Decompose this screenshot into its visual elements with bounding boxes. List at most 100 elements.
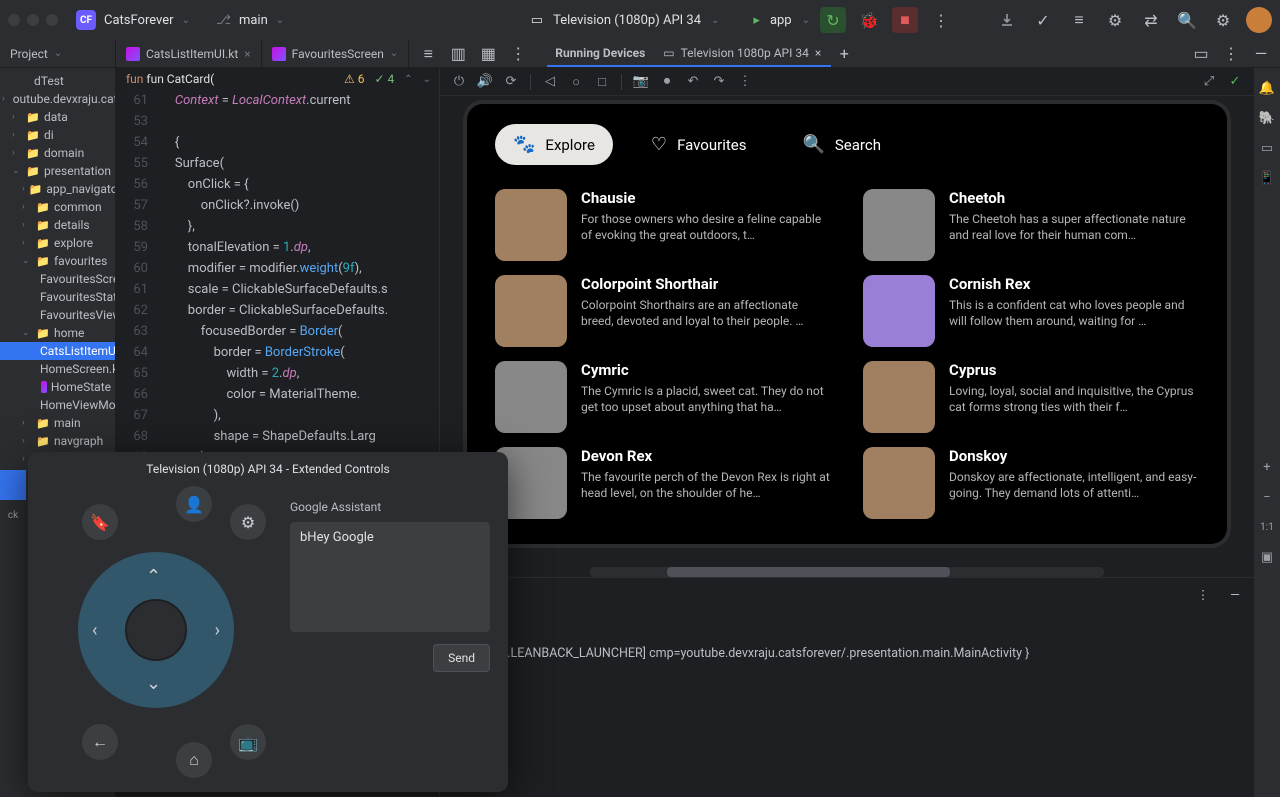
more-icon[interactable]: ⋮ — [1190, 582, 1216, 608]
emulator-scrollbar[interactable] — [590, 567, 1104, 577]
tree-item[interactable]: ⌄📁favourites — [0, 252, 115, 270]
indent-icon[interactable]: ≡ — [1066, 7, 1092, 33]
more-actions-icon[interactable]: ⋮ — [928, 7, 954, 33]
cat-card[interactable]: Cymric The Cymric is a placid, sweet cat… — [495, 361, 831, 433]
back-button[interactable]: ← — [82, 724, 118, 760]
chevron-down-icon[interactable]: ⌄ — [802, 15, 810, 26]
bookmark-button[interactable]: 🔖 — [82, 504, 118, 540]
dpad-left[interactable]: ‹ — [92, 620, 97, 641]
tree-item[interactable]: HomeState — [0, 378, 115, 396]
more-icon[interactable]: ⋮ — [505, 41, 531, 67]
power-icon[interactable]: ⏻ — [448, 71, 470, 93]
project-name[interactable]: CatsForever — [104, 13, 174, 28]
sync-icon[interactable]: ⇄ — [1138, 7, 1164, 33]
tree-item[interactable]: ›📁data — [0, 108, 115, 126]
more-icon[interactable]: ⋮ — [734, 71, 756, 93]
dpad-up[interactable]: ⌃ — [146, 566, 161, 587]
tv-nav-explore[interactable]: 🐾 Explore — [495, 124, 613, 165]
tv-nav-search[interactable]: 🔍 Search — [784, 124, 899, 165]
split-view-icon[interactable]: ▥ — [445, 41, 471, 67]
home-icon[interactable]: ○ — [565, 71, 587, 93]
down-icon[interactable]: ⌄ — [423, 74, 431, 85]
tv-nav-favourites[interactable]: ♡ Favourites — [633, 124, 765, 165]
dpad-down[interactable]: ⌄ — [146, 673, 161, 694]
tree-item[interactable]: CatsListItemUI. — [0, 342, 115, 360]
profile-button[interactable]: 👤 — [176, 486, 212, 522]
zoom-reset[interactable]: 1:1 — [1257, 517, 1277, 537]
tree-item[interactable]: ›📁explore — [0, 234, 115, 252]
fit-icon[interactable]: ▣ — [1257, 547, 1277, 567]
back-icon[interactable]: ◁ — [539, 71, 561, 93]
tree-item[interactable]: ›📁main — [0, 414, 115, 432]
device-manager-icon[interactable]: ▭ — [1257, 138, 1277, 158]
avatar[interactable] — [1246, 7, 1272, 33]
emulator-screen[interactable]: 🐾 Explore ♡ Favourites 🔍 Search Chausie … — [467, 104, 1227, 544]
chevron-down-icon[interactable]: ⌄ — [711, 15, 719, 26]
editor-tab-catslistitemui[interactable]: CatsListItemUI.kt × — [116, 40, 262, 67]
cat-card[interactable]: Donskoy Donskoy are affectionate, intell… — [863, 447, 1199, 519]
tree-item[interactable]: FavouritesView — [0, 306, 115, 324]
minimize-window[interactable] — [27, 14, 39, 26]
extended-controls-window[interactable]: Television (1080p) API 34 - Extended Con… — [28, 452, 508, 792]
cat-card[interactable]: Cheetoh The Cheetoh has a super affectio… — [863, 189, 1199, 261]
send-button[interactable]: Send — [433, 644, 490, 672]
zoom-in-icon[interactable]: + — [1257, 457, 1277, 477]
tree-item[interactable]: FavouritesScre — [0, 270, 115, 288]
stop-button[interactable]: ■ — [892, 7, 918, 33]
dpad-select[interactable] — [125, 599, 187, 661]
tree-item[interactable]: ›📁domain — [0, 144, 115, 162]
vcs-commit-icon[interactable]: ✓ — [1030, 7, 1056, 33]
minimize-panel-icon[interactable]: — — [1222, 582, 1248, 608]
tree-item[interactable]: ›📁details — [0, 216, 115, 234]
tree-item[interactable]: ›📁navgraph — [0, 432, 115, 450]
minimize-panel-icon[interactable]: — — [1248, 41, 1274, 67]
tree-item[interactable]: FavouritesState — [0, 288, 115, 306]
tree-item[interactable]: HomeViewMod — [0, 396, 115, 414]
more-icon[interactable]: ⋮ — [1218, 41, 1244, 67]
settings-button[interactable]: ⚙ — [230, 504, 266, 540]
record-icon[interactable]: ⏺ — [656, 71, 678, 93]
chevron-down-icon[interactable]: ⌄ — [182, 15, 190, 26]
tree-item[interactable]: ⌄📁home — [0, 324, 115, 342]
close-tab-icon[interactable]: × — [815, 46, 821, 60]
inspect-icon[interactable]: ⤢ — [1198, 71, 1220, 93]
tree-item[interactable]: ›outube.devxraju.catsfo — [0, 90, 115, 108]
settings-icon[interactable]: ⚙ — [1210, 7, 1236, 33]
up-icon[interactable]: ⌃ — [404, 74, 412, 85]
run-config[interactable]: app — [770, 13, 792, 28]
cat-card[interactable]: Cornish Rex This is a confident cat who … — [863, 275, 1199, 347]
cat-card[interactable]: Cyprus Loving, loyal, social and inquisi… — [863, 361, 1199, 433]
weak-warnings-badge[interactable]: ✓ 4 — [374, 72, 394, 86]
chevron-down-icon[interactable]: ⌄ — [276, 15, 284, 26]
step-back-icon[interactable]: ↶ — [682, 71, 704, 93]
tv-button[interactable]: 📺 — [230, 724, 266, 760]
project-tool-header[interactable]: Project⌄ — [0, 40, 116, 67]
tree-item[interactable]: ⌄📁presentation — [0, 162, 115, 180]
tree-item[interactable]: ›📁app_navigator — [0, 180, 115, 198]
check-icon[interactable]: ✓ — [1224, 71, 1246, 93]
zoom-out-icon[interactable]: − — [1257, 487, 1277, 507]
dpad-right[interactable]: › — [215, 620, 220, 641]
running-devices-header[interactable]: Running Devices — [547, 40, 653, 67]
device-tab[interactable]: ▭ Television 1080p API 34 × — [653, 40, 831, 67]
tree-item[interactable]: HomeScreen.kt — [0, 360, 115, 378]
overview-icon[interactable]: □ — [591, 71, 613, 93]
maximize-window[interactable] — [46, 14, 58, 26]
warnings-badge[interactable]: ⚠ 6 — [344, 72, 364, 86]
cat-card[interactable]: Colorpoint Shorthair Colorpoint Shorthai… — [495, 275, 831, 347]
emulator-icon[interactable]: 📱 — [1257, 168, 1277, 188]
device-picker[interactable]: Television (1080p) API 34 — [553, 13, 701, 28]
build-icon[interactable]: ⚙ — [1102, 7, 1128, 33]
left-rail-item[interactable]: ck — [0, 500, 26, 530]
window-mode-icon[interactable]: ▭ — [1188, 41, 1214, 67]
cat-card[interactable]: Devon Rex The favourite perch of the Dev… — [495, 447, 831, 519]
cat-card[interactable]: Chausie For those owners who desire a fe… — [495, 189, 831, 261]
step-fwd-icon[interactable]: ↷ — [708, 71, 730, 93]
debug-button[interactable]: 🐞 — [856, 7, 882, 33]
list-view-icon[interactable]: ≡ — [415, 41, 441, 67]
run-button[interactable]: ↻ — [820, 7, 846, 33]
tree-item[interactable]: ›📁common — [0, 198, 115, 216]
vcs-update-icon[interactable] — [994, 7, 1020, 33]
console-panel[interactable]: ⋮ — t.category.LEANBACK_LAUNCHER] cmp=yo… — [440, 577, 1254, 797]
close-tab-icon[interactable]: × — [244, 47, 250, 61]
